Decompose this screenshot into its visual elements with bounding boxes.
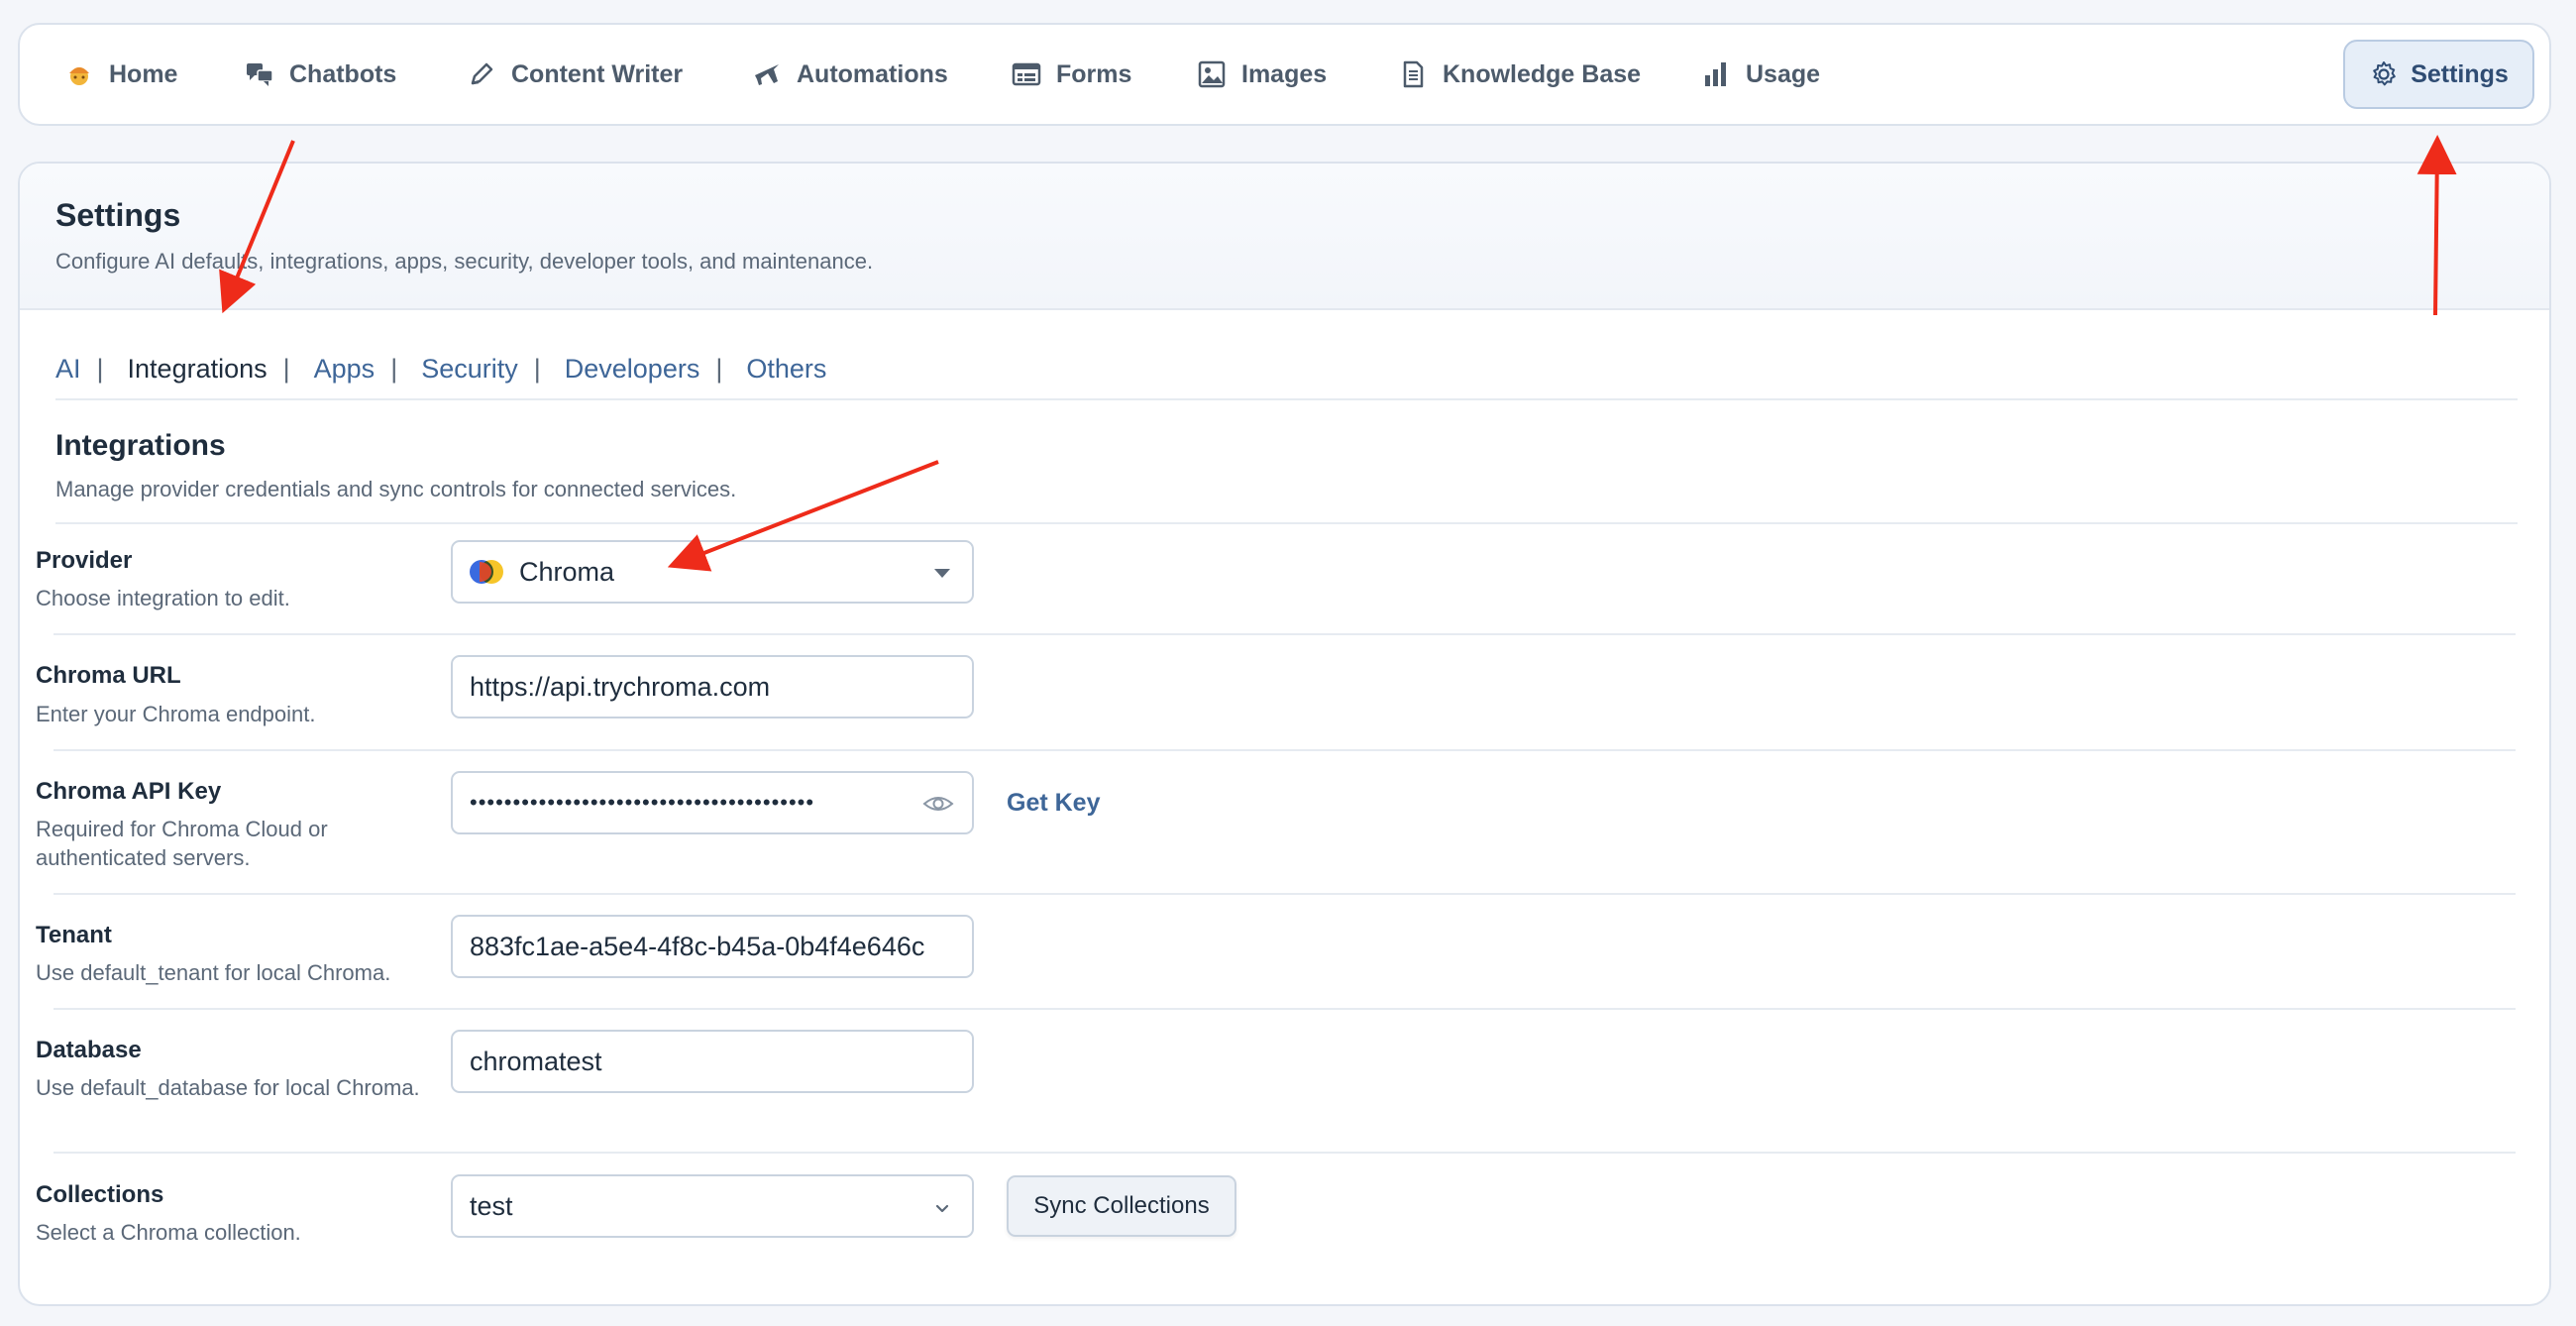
tab-others[interactable]: Others	[746, 354, 826, 385]
nav-content-writer-label: Content Writer	[511, 59, 684, 88]
provider-select-value: Chroma	[519, 556, 615, 587]
chroma-url-help: Enter your Chroma endpoint.	[36, 702, 316, 726]
collections-select-value: test	[470, 1190, 513, 1221]
nav-usage[interactable]: Usage	[1700, 25, 1820, 124]
collections-help: Select a Chroma collection.	[36, 1220, 301, 1245]
nav-knowledge-base[interactable]: Knowledge Base	[1397, 25, 1641, 124]
collections-label: Collections	[36, 1181, 164, 1208]
nav-home-label: Home	[109, 59, 178, 88]
section-title: Integrations	[55, 429, 226, 462]
nav-content-writer[interactable]: Content Writer	[466, 25, 683, 124]
image-icon	[1196, 58, 1228, 90]
tab-separator: |	[715, 353, 723, 384]
tab-security[interactable]: Security	[421, 354, 518, 385]
chroma-url-label: Chroma URL	[36, 662, 181, 689]
page-subtitle: Configure AI defaults, integrations, app…	[55, 249, 874, 274]
nav-chatbots[interactable]: Chatbots	[244, 25, 396, 124]
eye-icon[interactable]	[922, 792, 954, 816]
tab-ai[interactable]: AI	[55, 354, 81, 385]
chevron-down-icon	[935, 1204, 949, 1213]
database-help: Use default_database for local Chroma.	[36, 1075, 420, 1100]
chroma-logo-icon	[470, 560, 503, 584]
divider	[54, 1152, 2516, 1154]
divider	[54, 893, 2516, 895]
divider	[54, 1008, 2516, 1010]
divider	[55, 398, 2518, 400]
tab-developers[interactable]: Developers	[565, 354, 700, 385]
gear-icon	[2373, 61, 2396, 86]
nav-knowledge-base-label: Knowledge Base	[1443, 59, 1642, 88]
home-emoji-icon	[63, 58, 95, 90]
tenant-label: Tenant	[36, 922, 112, 948]
chroma-url-input[interactable]: https://api.trychroma.com	[451, 655, 974, 718]
tab-separator: |	[390, 353, 398, 384]
api-key-label: Chroma API Key	[36, 778, 222, 805]
top-navigation: Home Chatbots Content Writer Automations…	[18, 23, 2551, 126]
provider-label: Provider	[36, 547, 133, 574]
nav-images[interactable]: Images	[1196, 25, 1327, 124]
divider	[55, 522, 2518, 524]
bar-chart-icon	[1700, 58, 1732, 90]
settings-card: Settings Configure AI defaults, integrat…	[18, 162, 2551, 1306]
settings-tabs: AI | Integrations | Apps | Security | De…	[55, 349, 826, 388]
nav-images-label: Images	[1241, 59, 1328, 88]
provider-help: Choose integration to edit.	[36, 586, 290, 610]
nav-automations[interactable]: Automations	[751, 25, 948, 124]
nav-home[interactable]: Home	[63, 25, 177, 124]
nav-chatbots-label: Chatbots	[289, 59, 397, 88]
nav-forms-label: Forms	[1056, 59, 1132, 88]
tab-integrations[interactable]: Integrations	[128, 354, 268, 385]
get-key-link[interactable]: Get Key	[1007, 789, 1100, 818]
form-icon	[1011, 58, 1042, 90]
divider	[54, 749, 2516, 751]
api-key-help: Required for Chroma Cloud or authenticat…	[36, 817, 328, 870]
database-input[interactable]: chromatest	[451, 1030, 974, 1093]
nav-usage-label: Usage	[1746, 59, 1821, 88]
pencil-icon	[466, 58, 497, 90]
divider	[54, 633, 2516, 635]
plane-icon	[751, 58, 783, 90]
database-label: Database	[36, 1037, 142, 1063]
chat-bubbles-icon	[244, 58, 275, 90]
card-header: Settings Configure AI defaults, integrat…	[20, 164, 2549, 310]
collections-select[interactable]: test	[451, 1174, 974, 1238]
caret-down-icon	[934, 569, 950, 578]
tab-separator: |	[282, 353, 290, 384]
nav-forms[interactable]: Forms	[1011, 25, 1131, 124]
api-key-input[interactable]: ••••••••••••••••••••••••••••••••••••••••	[451, 771, 974, 834]
tab-separator: |	[96, 353, 104, 384]
document-icon	[1397, 58, 1429, 90]
tenant-input[interactable]: 883fc1ae-a5e4-4f8c-b45a-0b4f4e646c	[451, 915, 974, 978]
section-subtitle: Manage provider credentials and sync con…	[55, 477, 737, 501]
tab-separator: |	[533, 353, 541, 384]
settings-button-label: Settings	[2411, 59, 2509, 88]
provider-select[interactable]: Chroma	[451, 540, 974, 604]
api-key-masked-value: ••••••••••••••••••••••••••••••••••••••••	[470, 790, 815, 815]
page-title: Settings	[55, 197, 181, 233]
settings-button[interactable]: Settings	[2343, 40, 2534, 109]
sync-collections-button[interactable]: Sync Collections	[1007, 1175, 1236, 1237]
nav-automations-label: Automations	[797, 59, 948, 88]
tab-apps[interactable]: Apps	[314, 354, 376, 385]
tenant-help: Use default_tenant for local Chroma.	[36, 960, 391, 985]
